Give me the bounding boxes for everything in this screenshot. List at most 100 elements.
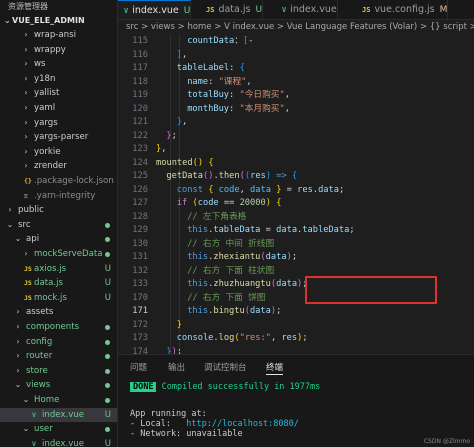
editor-tab[interactable]: JS data.js U: [200, 0, 264, 19]
code-line: 118 name: "课程",: [118, 76, 474, 90]
git-status-badge: U: [104, 278, 111, 289]
code-editor[interactable]: 115 countData：[- 116], 117 tableLabel: {118 n…: [118, 34, 474, 354]
tree-item-label: .package-lock.json: [34, 176, 114, 186]
js-file-icon: JS: [24, 279, 32, 288]
tree-item-label: yallist: [34, 88, 60, 99]
git-status-badge: U: [104, 438, 111, 447]
line-number: 118: [132, 76, 148, 87]
tree-item-label: mock.js: [34, 292, 67, 303]
chevron-right-icon: ›: [16, 365, 20, 375]
chevron-right-icon: ›: [24, 73, 28, 83]
tree-item-label: axios.js: [34, 263, 67, 274]
tree-folder[interactable]: ⌄ views: [0, 378, 117, 393]
breadcrumb[interactable]: src > views > home > V index.vue > Vue L…: [118, 20, 474, 34]
tree-file[interactable]: {} .package-lock.json: [0, 174, 117, 189]
tree-item-label: data.js: [34, 278, 63, 289]
tree-item-label: public: [18, 205, 44, 216]
tree-file[interactable]: Vindex.vue U: [0, 437, 117, 447]
panel-tab[interactable]: 终端: [266, 361, 284, 375]
chevron-right-icon: ›: [16, 351, 20, 361]
code-line: 126 const { code, data } = res.data;: [118, 184, 474, 198]
tree-folder[interactable]: › ws: [0, 57, 117, 72]
tree-item-label: src: [18, 219, 31, 230]
tree-folder[interactable]: › wrap-ansi: [0, 28, 117, 43]
code-text: countData：[-: [187, 36, 254, 46]
code-text: // 右方 下面 柱状图: [187, 265, 275, 276]
chevron-right-icon: ›: [24, 161, 28, 171]
code-line: 117 tableLabel: {: [118, 62, 474, 76]
line-number: 125: [132, 171, 148, 181]
tree-folder[interactable]: › yargs: [0, 116, 117, 131]
tree-file[interactable]: Vindex.vue U: [0, 407, 117, 423]
tree-item-label: yargs-parser: [34, 132, 89, 143]
tree-folder[interactable]: › components: [0, 320, 117, 335]
tree-folder[interactable]: › router: [0, 349, 117, 364]
chevron-right-icon: ›: [16, 336, 20, 346]
done-badge: DONE: [130, 382, 157, 392]
editor-tab[interactable]: Vindex.vue: [276, 0, 338, 19]
tree-folder[interactable]: › mockServeData: [0, 247, 117, 262]
file-file-icon: ≡: [24, 191, 28, 200]
code-text: this.bingtu(data);: [187, 306, 282, 316]
code-text: if (code == 20000) {: [176, 198, 282, 208]
tree-folder[interactable]: › y18n: [0, 72, 117, 87]
panel-tab[interactable]: 调试控制台: [204, 361, 247, 375]
js-file-icon: JS: [24, 293, 32, 302]
tree-folder[interactable]: ⌄ user: [0, 422, 117, 437]
line-number: 128: [132, 211, 148, 222]
local-url-link[interactable]: http://localhost:8080/: [186, 419, 299, 429]
tree-item-label: yaml: [34, 103, 56, 113]
chevron-down-icon: ⌄: [22, 395, 30, 404]
tree-folder[interactable]: › config: [0, 335, 117, 350]
code-text: }: [176, 319, 183, 330]
vue-file-icon: V: [282, 6, 287, 14]
line-number: 132: [132, 265, 148, 276]
code-text: mounted() {: [156, 157, 214, 168]
project-name: VUE_ELE_ADMIN: [12, 16, 85, 25]
code-text: const { code, data } = res.data;: [176, 184, 345, 195]
panel-tab[interactable]: 问题: [130, 361, 147, 375]
chevron-right-icon: ›: [24, 103, 28, 112]
tab-label: index.vue: [132, 5, 179, 16]
line-number: 117: [132, 63, 148, 73]
tree-item-label: .yarn-integrity: [34, 190, 96, 201]
code-line: 115 countData：[-: [118, 35, 474, 49]
code-line: 172}: [118, 319, 474, 333]
code-text: });: [166, 346, 183, 355]
tree-folder[interactable]: › yaml: [0, 101, 117, 116]
json-file-icon: {}: [24, 177, 32, 185]
tree-folder[interactable]: › yorkie: [0, 145, 117, 160]
panel-tab[interactable]: 输出: [168, 361, 185, 375]
tree-folder[interactable]: › wrappy: [0, 43, 117, 58]
code-text: totalBuy: "今日购买",: [187, 90, 290, 100]
tree-folder[interactable]: › zrender: [0, 159, 117, 174]
tree-file[interactable]: JS data.js U: [0, 276, 117, 291]
tab-git-status: U: [183, 6, 191, 16]
tree-file[interactable]: ≡ .yarn-integrity: [0, 189, 117, 204]
tree-folder[interactable]: ⌄ Home: [0, 393, 117, 408]
line-number: 122: [132, 130, 148, 141]
chevron-right-icon: ›: [24, 30, 28, 39]
line-number: 171: [132, 306, 148, 316]
tree-folder[interactable]: › store: [0, 364, 117, 379]
tree-folder[interactable]: › assets: [0, 305, 117, 320]
editor-tab-bar: Vindex.vue U JS data.js U Vindex.vue JS vue.con…: [118, 0, 474, 20]
editor-tab[interactable]: JS vue.config.js M: [356, 0, 449, 19]
tree-item-label: index.vue: [42, 409, 85, 420]
tree-folder[interactable]: › yargs-parser: [0, 130, 117, 145]
chevron-right-icon: ›: [24, 44, 28, 54]
tree-folder[interactable]: ⌄ src: [0, 218, 117, 233]
tree-file[interactable]: JS mock.js U: [0, 291, 117, 306]
line-number: 174: [132, 346, 148, 355]
tree-folder[interactable]: ⌄ api: [0, 232, 117, 247]
tree-folder[interactable]: › yallist: [0, 86, 117, 101]
tree-folder[interactable]: › public: [0, 203, 117, 218]
tree-file[interactable]: JS axios.js U: [0, 262, 117, 277]
chevron-down-icon: ⌄: [4, 16, 11, 25]
editor-tab[interactable]: Vindex.vue U: [118, 0, 192, 19]
project-root[interactable]: ⌄VUE_ELE_ADMIN: [0, 14, 117, 28]
tree-item-label: y18n: [34, 73, 56, 84]
tree-item-label: config: [26, 336, 53, 347]
tree-item-label: yorkie: [34, 146, 61, 157]
line-number: 120: [132, 103, 148, 114]
